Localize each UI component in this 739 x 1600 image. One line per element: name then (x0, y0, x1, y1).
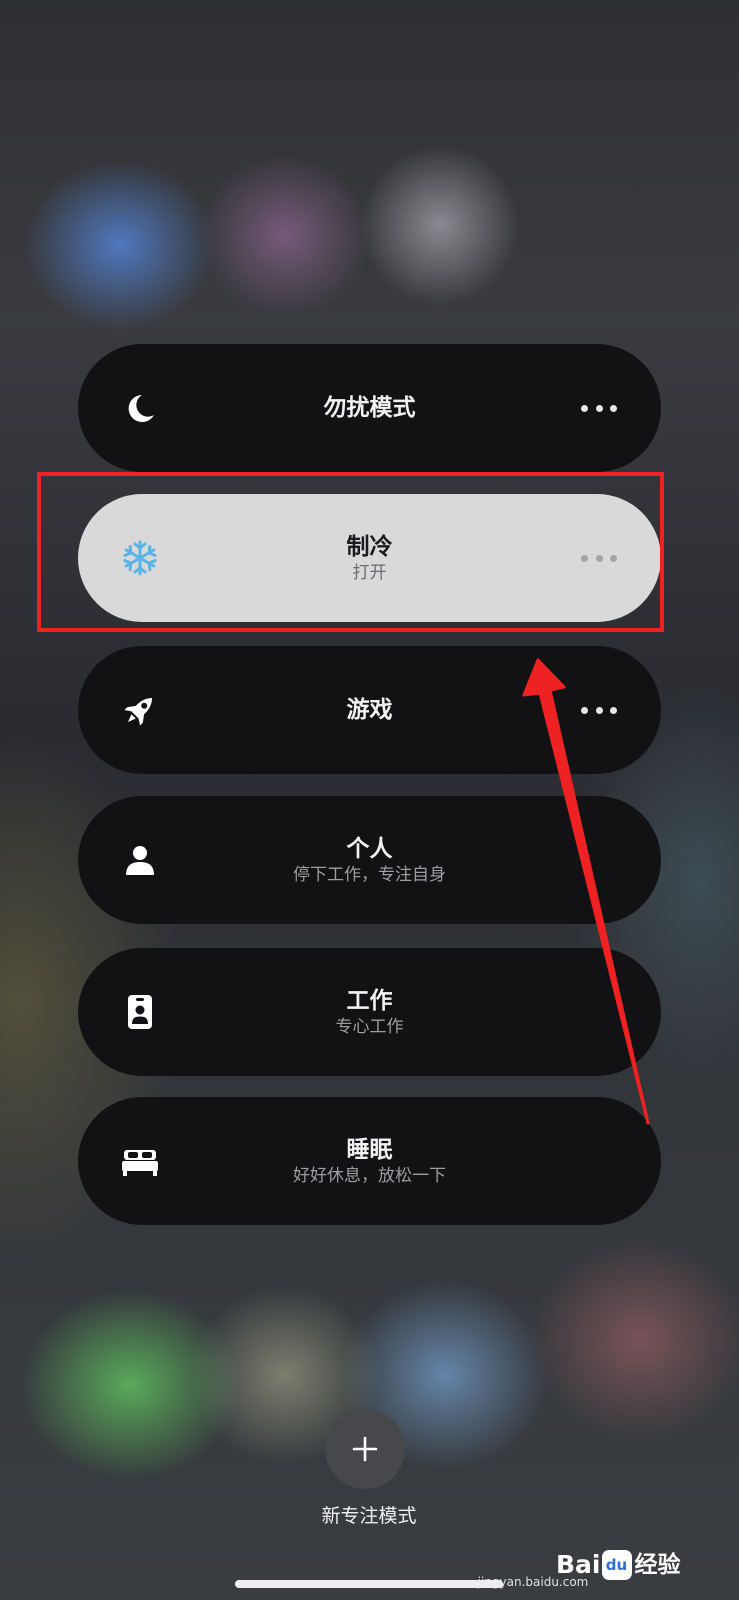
mode-name: 游戏 (346, 697, 393, 723)
baidu-jingyan-watermark: Bai du 经验 jingyan.baidu.com (478, 1550, 736, 1594)
bed-icon (120, 1141, 160, 1181)
add-focus-mode-button[interactable] (325, 1409, 405, 1489)
focus-mode-sleep[interactable]: 睡眠 好好休息，放松一下 (78, 1097, 661, 1225)
more-options-icon[interactable] (577, 696, 621, 724)
focus-mode-personal[interactable]: 个人 停下工作，专注自身 (78, 796, 661, 924)
mode-name: 个人 (346, 836, 393, 862)
person-icon (120, 840, 160, 880)
more-options-icon[interactable] (577, 394, 621, 422)
home-indicator[interactable] (235, 1580, 503, 1588)
focus-mode-dnd[interactable]: 勿扰模式 (78, 344, 661, 472)
rocket-icon (120, 690, 160, 730)
mode-name: 睡眠 (346, 1137, 393, 1163)
mode-name: 工作 (346, 988, 393, 1014)
mode-description: 停下工作，专注自身 (293, 865, 446, 885)
mode-description: 专心工作 (335, 1017, 404, 1037)
mode-description: 好好休息，放松一下 (293, 1166, 446, 1186)
highlight-box (37, 472, 664, 632)
focus-mode-work[interactable]: 工作 专心工作 (78, 948, 661, 1076)
id-badge-icon (120, 992, 160, 1032)
focus-mode-gaming[interactable]: 游戏 (78, 646, 661, 774)
mode-name: 勿扰模式 (323, 395, 416, 421)
watermark-brand-cn: 经验 (634, 1552, 681, 1578)
plus-icon (352, 1436, 378, 1462)
add-focus-mode-label[interactable]: 新专注模式 (269, 1503, 469, 1529)
moon-icon (120, 388, 160, 428)
